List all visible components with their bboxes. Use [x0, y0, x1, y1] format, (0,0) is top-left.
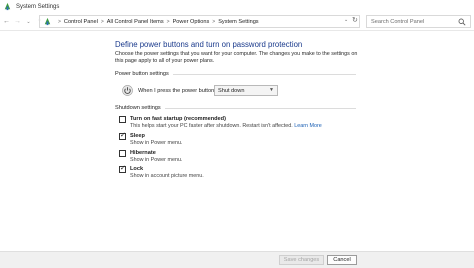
save-changes-button[interactable]: Save changes [279, 255, 324, 265]
breadcrumb-separator: > [100, 18, 104, 25]
window-title: System Settings [16, 3, 60, 10]
learn-more-link[interactable]: Learn More [294, 123, 322, 129]
divider [172, 73, 356, 75]
option-title: Lock [130, 166, 144, 172]
option-description: Show in account picture menu. [130, 173, 204, 179]
search-placeholder: Search Control Panel [371, 18, 425, 25]
power-button-action-select[interactable]: Shut down ▼ [214, 85, 278, 96]
address-dropdown-icon[interactable]: ⌄ [344, 17, 348, 23]
option-description: Show in Power menu. [130, 157, 183, 163]
main-content: Define power buttons and turn on passwor… [0, 31, 474, 251]
power-button-row: When I press the power button: [122, 85, 216, 96]
breadcrumb-separator: > [212, 18, 216, 25]
chevron-down-icon: ▼ [269, 87, 274, 93]
power-button-icon [122, 85, 133, 96]
footer-bar: Save changes Cancel [0, 251, 474, 268]
search-input[interactable]: Search Control Panel [366, 15, 471, 28]
page-title: Define power buttons and turn on passwor… [115, 40, 303, 49]
address-bar: ← → ⌄ ↑ > Control Panel > All Control Pa… [0, 13, 474, 31]
breadcrumb-control-panel[interactable]: Control Panel [64, 19, 98, 25]
cancel-button[interactable]: Cancel [327, 255, 357, 265]
title-bar: System Settings [0, 0, 474, 13]
breadcrumb-separator: > [166, 18, 170, 25]
breadcrumb-system-settings[interactable]: System Settings [218, 19, 258, 25]
breadcrumb-separator: > [58, 18, 61, 25]
section-title: Shutdown settings [115, 105, 161, 111]
option-lock: ✓ Lock Show in account picture menu. [119, 165, 204, 180]
section-title: Power button settings [115, 71, 169, 77]
option-hibernate: Hibernate Show in Power menu. [119, 149, 182, 164]
power-options-app-icon [4, 2, 11, 11]
power-button-label: When I press the power button: [138, 87, 216, 94]
hibernate-checkbox[interactable] [119, 150, 126, 157]
checkmark-icon: ✓ [120, 165, 126, 172]
refresh-button[interactable]: ↻ [352, 16, 358, 24]
option-desc-text: This helps start your PC faster after sh… [130, 123, 293, 129]
selected-value: Shut down [218, 87, 245, 94]
control-panel-icon [44, 17, 51, 26]
sleep-checkbox[interactable]: ✓ [119, 132, 126, 140]
power-button-settings-header: Power button settings [115, 70, 356, 78]
option-title: Hibernate [130, 150, 156, 156]
search-icon [458, 18, 466, 26]
option-title: Turn on fast startup (recommended) [130, 116, 226, 122]
recent-locations-button[interactable]: ⌄ [24, 16, 33, 28]
option-title: Sleep [130, 133, 145, 139]
forward-button[interactable]: → [13, 16, 22, 28]
shutdown-settings-header: Shutdown settings [115, 104, 356, 112]
breadcrumb[interactable]: > Control Panel > All Control Panel Item… [39, 15, 360, 28]
intro-text: Choose the power settings that you want … [115, 51, 358, 65]
option-fast-startup: Turn on fast startup (recommended) This … [119, 115, 322, 130]
breadcrumb-all-items[interactable]: All Control Panel Items [107, 19, 164, 25]
lock-checkbox[interactable]: ✓ [119, 165, 126, 173]
option-sleep: ✓ Sleep Show in Power menu. [119, 132, 182, 147]
fast-startup-checkbox[interactable] [119, 116, 126, 123]
divider [164, 107, 356, 109]
breadcrumb-power-options[interactable]: Power Options [173, 19, 210, 25]
back-button[interactable]: ← [2, 16, 11, 28]
option-description: Show in Power menu. [130, 140, 183, 146]
checkmark-icon: ✓ [120, 132, 126, 139]
option-description: This helps start your PC faster after sh… [130, 123, 322, 130]
